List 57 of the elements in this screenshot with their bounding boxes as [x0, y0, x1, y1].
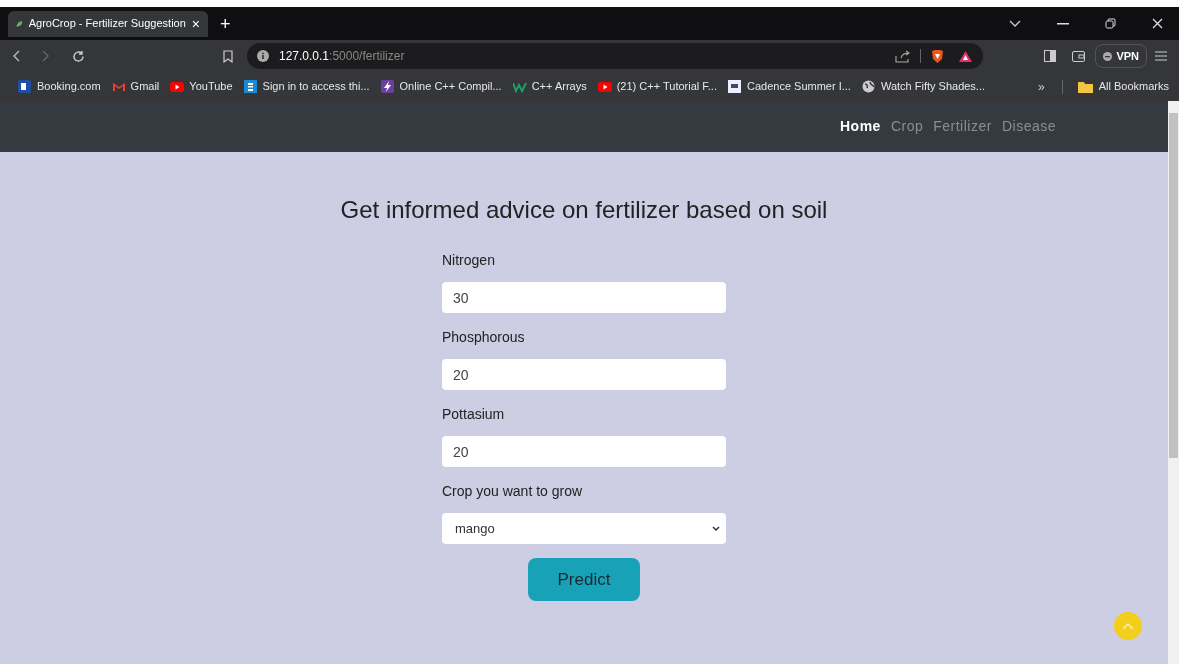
restore-icon[interactable] [1105, 18, 1116, 29]
document-icon [727, 79, 742, 94]
input-field[interactable]: 20 [442, 359, 726, 390]
status-icon [1103, 51, 1113, 61]
field-label: Crop you want to grow [442, 482, 584, 501]
play-icon [170, 79, 185, 94]
close-icon[interactable] [1152, 18, 1163, 29]
globe-icon [861, 79, 876, 94]
wallet-icon[interactable] [1072, 50, 1086, 62]
back-icon[interactable] [12, 50, 20, 62]
share-icon[interactable] [895, 49, 910, 63]
scrollbar[interactable] [1168, 101, 1179, 664]
new-tab-button[interactable]: + [216, 14, 235, 33]
bookmarks-folder-link[interactable]: All Bookmarks [1077, 78, 1169, 95]
bookmark-link[interactable]: Cadence Summer I... [727, 78, 851, 95]
tab-title: AgroCrop - Fertilizer Suggestion [28, 16, 186, 32]
nav-link[interactable]: Home [839, 116, 881, 137]
page-heading: Get informed advice on fertilizer based on soil [340, 195, 828, 225]
field-label: Phosphorous [442, 328, 526, 347]
triangle-icon[interactable] [958, 49, 973, 63]
input-field[interactable]: 20 [442, 436, 726, 467]
chevron-up-icon [1122, 622, 1134, 630]
bookmark-icon[interactable] [223, 49, 233, 63]
chevron-down-icon[interactable] [1009, 19, 1021, 28]
url-text: 127.0.0.1:5000/fertilizer [279, 48, 405, 65]
bookmark-link[interactable]: (21) C++ Tutorial F... [597, 78, 717, 95]
square-icon [18, 79, 32, 94]
browser-tab[interactable]: AgroCrop - Fertilizer Suggestion × [8, 10, 208, 37]
address-bar[interactable]: 127.0.0.1:5000/fertilizer [247, 43, 983, 69]
square-icon [243, 79, 258, 94]
field-label: Nitrogen [442, 251, 496, 270]
bookmark-link[interactable]: C++ Arrays [512, 78, 587, 95]
reload-icon[interactable] [72, 49, 85, 63]
bookmark-link[interactable]: YouTube [170, 78, 233, 95]
input-field[interactable]: 30 [442, 282, 726, 313]
predict-button[interactable]: Predict [528, 558, 640, 601]
bookmark-link[interactable]: Online C++ Compil... [380, 78, 502, 95]
bookmark-link[interactable]: Sign in to access thi... [243, 78, 370, 95]
field-label: Pottasium [442, 405, 506, 424]
more-bookmarks-button[interactable]: » [1038, 77, 1045, 96]
close-tab-button[interactable]: × [191, 16, 200, 31]
bookmark-link[interactable]: Booking.com [18, 78, 101, 95]
nav-link[interactable]: Crop [890, 116, 924, 137]
menu-icon[interactable] [1155, 51, 1167, 61]
nav-link[interactable]: Disease [1001, 116, 1056, 137]
select-field[interactable]: mango [442, 513, 726, 544]
minimize-icon[interactable] [1057, 22, 1069, 25]
bookmark-link[interactable]: Gmail [111, 78, 160, 95]
bolt-icon [380, 79, 395, 94]
folder-icon [1077, 80, 1093, 93]
lion-shield-icon[interactable] [931, 48, 944, 64]
info-icon [257, 50, 269, 62]
caret-icon [712, 526, 720, 531]
sidebar-icon[interactable] [1044, 50, 1057, 62]
bookmark-link[interactable]: Watch Fifty Shades... [861, 78, 986, 95]
play-icon [597, 79, 612, 94]
vpn-button[interactable]: VPN [1095, 44, 1147, 68]
